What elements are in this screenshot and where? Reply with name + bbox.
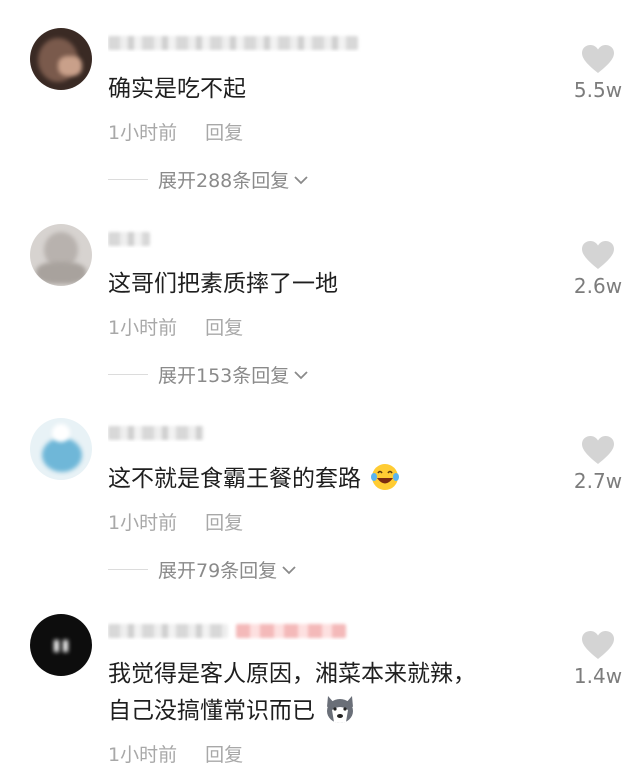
- comment-meta: 1小时前 回复: [108, 740, 243, 767]
- like-button[interactable]: 1.4w: [572, 630, 624, 688]
- heart-icon: [572, 630, 624, 660]
- comment-item: 我觉得是客人原因，湘菜本来就辣， 自己没搞懂常识而已 1小时前 回复 1.4w: [0, 0, 640, 775]
- comment-text-line-2: 自己没搞懂常识而已: [108, 694, 354, 728]
- avatar[interactable]: [30, 614, 92, 676]
- comment-text-content: 自己没搞懂常识而已: [108, 698, 315, 724]
- comment-time: 1小时前: [108, 744, 178, 766]
- husky-dog-emoji: [324, 694, 354, 724]
- reply-button[interactable]: 回复: [205, 744, 243, 766]
- comment-text-line-1: 我觉得是客人原因，湘菜本来就辣，: [108, 661, 476, 687]
- username-blurred[interactable]: [108, 620, 368, 640]
- like-count: 1.4w: [573, 664, 623, 688]
